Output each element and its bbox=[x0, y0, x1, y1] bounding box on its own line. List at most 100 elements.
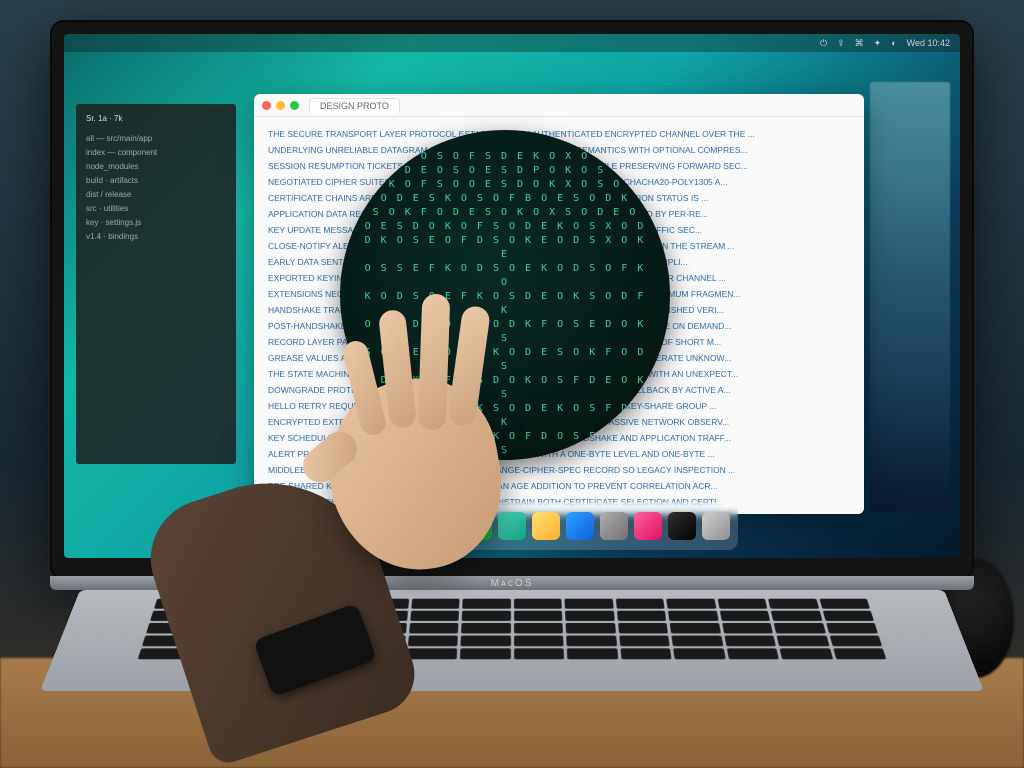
launchpad-icon[interactable] bbox=[328, 512, 356, 540]
matrix-row: O E S D O K O F S O D E K O S X O D bbox=[360, 220, 650, 234]
keyboard-key bbox=[251, 623, 302, 634]
matrix-row: D K O S E O F D S O K E O D S X O K E bbox=[360, 234, 650, 262]
keyboard-key bbox=[771, 611, 822, 621]
trash-icon[interactable] bbox=[702, 512, 730, 540]
keyboard-key bbox=[195, 636, 247, 647]
keyboard-keys bbox=[140, 599, 883, 651]
keyboard-key bbox=[254, 611, 305, 621]
keyboard-key bbox=[410, 611, 459, 621]
keyboard-key bbox=[461, 623, 510, 634]
keyboard-key bbox=[616, 611, 666, 621]
matrix-row: K O F S O O E S D O K X O S O bbox=[360, 178, 650, 192]
keyboard-key bbox=[615, 599, 664, 609]
matrix-row: O D E S K O S O F B O E S O D K bbox=[360, 192, 650, 206]
keyboard-key bbox=[409, 623, 459, 634]
keyboard-key bbox=[774, 623, 826, 634]
music-icon[interactable] bbox=[634, 512, 662, 540]
keyboard-key bbox=[306, 611, 356, 621]
keyboard-key bbox=[673, 648, 725, 659]
keyboard-key bbox=[566, 623, 616, 634]
matrix-code-disc: O S O F S D E K O X OD E O S O E S D P O… bbox=[340, 130, 670, 460]
keyboard-key bbox=[352, 648, 404, 659]
keyboard-key bbox=[768, 599, 819, 609]
keyboard-key bbox=[460, 636, 510, 647]
menubar-item: ◐ bbox=[891, 38, 896, 48]
keyboard-key bbox=[245, 648, 298, 659]
keyboard-key bbox=[514, 623, 563, 634]
keyboard-key bbox=[666, 599, 716, 609]
keyboard-key bbox=[142, 636, 195, 647]
keyboard-key bbox=[717, 599, 767, 609]
keyboard-key bbox=[722, 623, 773, 634]
keyboard-key bbox=[462, 599, 510, 609]
matrix-row: D E O S O E S D P O K O S bbox=[360, 164, 650, 178]
matrix-row: S D O K E F O S D K O E S F O D K O S bbox=[360, 458, 650, 460]
keyboard-key bbox=[514, 611, 563, 621]
traffic-lights bbox=[262, 101, 299, 110]
keyboard-deck bbox=[40, 590, 984, 691]
keyboard-key bbox=[777, 636, 829, 647]
keyboard-key bbox=[154, 599, 205, 609]
macos-menubar: ⏻⇪⌘✦◐Wed 10:42 bbox=[64, 34, 960, 52]
keyboard-key bbox=[205, 599, 256, 609]
menubar-item: ⌘ bbox=[855, 38, 864, 49]
maps-icon[interactable] bbox=[498, 512, 526, 540]
safari-icon[interactable] bbox=[362, 512, 390, 540]
side-panel-item: index — component bbox=[86, 146, 226, 160]
menubar-item: ⏻ bbox=[820, 38, 827, 49]
keyboard-key bbox=[199, 623, 251, 634]
laptop-brand-text: MᴀᴄOS bbox=[491, 578, 534, 589]
photos-icon[interactable] bbox=[430, 512, 458, 540]
keyboard-key bbox=[670, 623, 721, 634]
mail-icon[interactable] bbox=[396, 512, 424, 540]
keyboard-key bbox=[566, 636, 616, 647]
keyboard-key bbox=[668, 611, 718, 621]
side-panel-item: key · settings.js bbox=[86, 216, 226, 230]
keyboard-key bbox=[138, 648, 192, 659]
side-panel-item: all — src/main/app bbox=[86, 132, 226, 146]
finder-icon[interactable] bbox=[294, 512, 322, 540]
keyboard-key bbox=[299, 648, 351, 659]
keyboard-key bbox=[822, 611, 874, 621]
keyboard-key bbox=[514, 636, 564, 647]
keyboard-key bbox=[565, 611, 614, 621]
keyboard-key bbox=[356, 623, 406, 634]
keyboard-key bbox=[301, 636, 352, 647]
keyboard-key bbox=[359, 599, 408, 609]
keyboard-key bbox=[462, 611, 511, 621]
messages-icon[interactable] bbox=[464, 512, 492, 540]
keyboard-key bbox=[304, 623, 355, 634]
keyboard-key bbox=[150, 611, 202, 621]
keyboard-key bbox=[619, 636, 670, 647]
matrix-row: O D S K O F E S D O K O S F D E O K S bbox=[360, 374, 650, 402]
zoom-icon[interactable] bbox=[290, 101, 299, 110]
system-icon[interactable] bbox=[600, 512, 628, 540]
matrix-row: S O K F O D E S O K O X S O D E O bbox=[360, 206, 650, 220]
keyboard-key bbox=[719, 611, 770, 621]
keyboard-key bbox=[780, 648, 833, 659]
side-panel-item: build · artifacts bbox=[86, 174, 226, 188]
keyboard-key bbox=[460, 648, 511, 659]
keyboard-key bbox=[618, 623, 668, 634]
keyboard-key bbox=[191, 648, 244, 659]
keyboard-key bbox=[671, 636, 722, 647]
photo-scene: ⏻⇪⌘✦◐Wed 10:42 Sr. 1a · 7k all — src/mai… bbox=[0, 0, 1024, 768]
document-line: MIDDLEBOX COMPATIBILITY MODE EMITS A DUM… bbox=[268, 463, 850, 477]
terminal-icon[interactable] bbox=[668, 512, 696, 540]
macos-dock bbox=[286, 502, 738, 550]
keyboard-key bbox=[202, 611, 253, 621]
keyboard-key bbox=[308, 599, 358, 609]
keyboard-key bbox=[257, 599, 307, 609]
minimize-icon[interactable] bbox=[276, 101, 285, 110]
close-icon[interactable] bbox=[262, 101, 271, 110]
keyboard-key bbox=[567, 648, 618, 659]
keyboard-key bbox=[829, 636, 882, 647]
appstore-icon[interactable] bbox=[566, 512, 594, 540]
keyboard-key bbox=[248, 636, 300, 647]
matrix-row: O F K S O D E S K O F D O S E K O D S bbox=[360, 430, 650, 458]
window-tab[interactable]: DESIGN PROTO bbox=[309, 98, 400, 113]
keyboard-key bbox=[407, 636, 457, 647]
keyboard-key bbox=[406, 648, 457, 659]
notes-icon[interactable] bbox=[532, 512, 560, 540]
wallpaper-strip bbox=[870, 82, 950, 512]
